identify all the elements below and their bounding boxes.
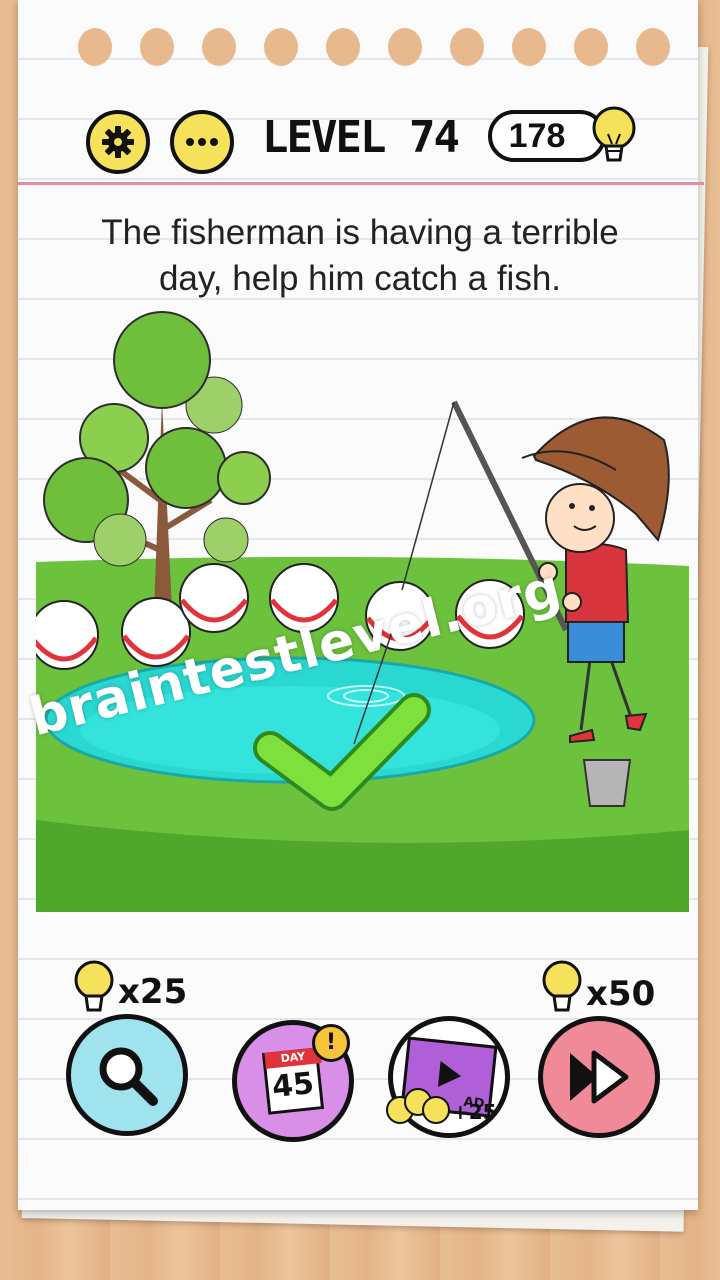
magnifier-icon: [99, 1047, 158, 1106]
settings-button[interactable]: [86, 110, 150, 174]
hole: [264, 28, 298, 66]
hole: [636, 28, 670, 66]
hole: [140, 28, 174, 66]
more-button[interactable]: [170, 110, 234, 174]
question-text: The fisherman is having a terrible day, …: [60, 210, 660, 302]
skip-level-button[interactable]: [538, 1016, 660, 1138]
bucket: [582, 759, 632, 807]
skip-cost: x50: [586, 974, 656, 1014]
question-line-1: The fisherman is having a terrible: [101, 213, 619, 252]
level-title: LEVEL 74: [262, 112, 460, 163]
hint-button[interactable]: [66, 1014, 188, 1136]
hint-lightbulb-icon: [74, 960, 114, 1012]
more-icon: [186, 138, 218, 146]
hole: [78, 28, 112, 66]
reward-lightbulbs-icon: [386, 1088, 450, 1124]
fast-forward-icon: [570, 1050, 629, 1104]
binder-holes: [78, 28, 678, 88]
calendar-alert-badge: !: [312, 1024, 350, 1062]
ad-reward: +25: [452, 1100, 497, 1124]
question-line-2: day, help him catch a fish.: [158, 259, 562, 298]
hole: [388, 28, 422, 66]
hole: [326, 28, 360, 66]
hint-count: 178: [508, 116, 566, 155]
skip-lightbulb-icon: [542, 960, 582, 1012]
hole: [450, 28, 484, 66]
hole: [574, 28, 608, 66]
header-divider: [18, 182, 704, 185]
play-icon: [437, 1061, 463, 1090]
calendar-day: 45: [270, 1065, 316, 1106]
lightbulb-icon: [592, 106, 636, 162]
hint-cost: x25: [118, 972, 188, 1012]
gear-icon: [102, 126, 134, 158]
hole: [202, 28, 236, 66]
calendar-icon: DAY 45: [261, 1047, 325, 1115]
hole: [512, 28, 546, 66]
